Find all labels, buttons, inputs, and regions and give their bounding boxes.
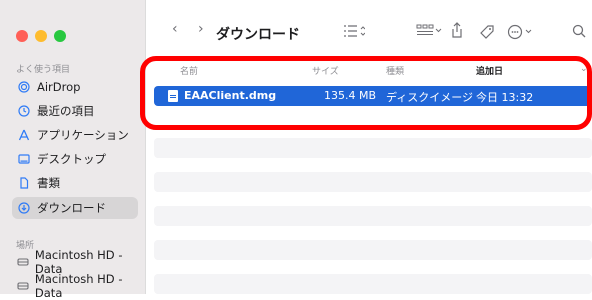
sidebar-item-label: 最近の項目 (37, 104, 95, 118)
sidebar-item-label: 書類 (37, 176, 60, 190)
sidebar-item-label: ダウンロード (37, 201, 106, 215)
file-name: EAAClient.dmg (184, 89, 277, 102)
file-date-added: 今日 13:32 (476, 91, 534, 104)
sidebar-item-applications[interactable]: アプリケーション (12, 124, 138, 146)
window-title: ダウンロード (216, 27, 300, 43)
sort-chevron-icon[interactable]: ⌄ (580, 64, 588, 74)
dmg-file-icon (168, 90, 178, 102)
sidebar-item-airdrop[interactable]: AirDrop (12, 76, 138, 98)
document-icon (16, 177, 32, 189)
sidebar-item-label: アプリケーション (37, 128, 129, 142)
empty-row (154, 274, 592, 294)
finder-window: よく使う項目 AirDrop 最近の項目 アプリケーション デスクトップ 書類 … (0, 0, 592, 300)
empty-row (154, 206, 592, 226)
table-row[interactable]: EAAClient.dmg 135.4 MB ディスクイメージ 今日 13:32 (154, 86, 592, 106)
sidebar-item-label: デスクトップ (37, 152, 106, 166)
empty-row (154, 138, 592, 158)
applications-icon (16, 129, 32, 141)
toolbar: ‹ › (146, 0, 592, 58)
file-size: 135.4 MB (324, 89, 377, 102)
empty-row (154, 172, 592, 192)
favorites-section-title: よく使う項目 (16, 65, 71, 75)
tag-icon[interactable] (479, 24, 495, 44)
column-header-name[interactable]: 名前 (180, 64, 198, 77)
file-kind: ディスクイメージ (386, 91, 474, 104)
forward-chevron-icon[interactable]: › (198, 21, 204, 37)
share-icon[interactable] (451, 22, 463, 42)
sidebar: よく使う項目 AirDrop 最近の項目 アプリケーション デスクトップ 書類 … (0, 0, 146, 300)
airdrop-icon (16, 81, 32, 93)
zoom-button[interactable] (54, 30, 66, 42)
sidebar-item-desktop[interactable]: デスクトップ (12, 148, 138, 170)
close-button[interactable] (16, 30, 28, 42)
more-actions-icon[interactable] (507, 24, 535, 44)
disk-icon (16, 257, 30, 267)
sidebar-item-label: Macintosh HD - Data (34, 272, 123, 300)
locations-section-title: 場所 (16, 241, 35, 251)
download-icon (16, 202, 32, 214)
list-view-icon[interactable] (343, 24, 366, 41)
back-chevron-icon[interactable]: ‹ (172, 21, 178, 37)
sidebar-item-macintosh-hd-data[interactable]: Macintosh HD - Data (12, 248, 138, 276)
minimize-button[interactable] (35, 30, 47, 42)
window-controls (16, 30, 66, 42)
empty-row (154, 240, 592, 260)
search-icon[interactable] (572, 24, 586, 42)
sidebar-item-recents[interactable]: 最近の項目 (12, 100, 138, 122)
sidebar-item-downloads[interactable]: ダウンロード (12, 197, 138, 219)
clock-icon (16, 105, 32, 117)
desktop-icon (16, 153, 32, 165)
sidebar-item-label: AirDrop (37, 80, 81, 94)
disk-icon (16, 281, 30, 291)
file-list: 名前 サイズ 種類 追加日 ⌄ EAAClient.dmg 135.4 MB デ… (146, 58, 592, 294)
sidebar-item-documents[interactable]: 書類 (12, 172, 138, 194)
column-header-size[interactable]: サイズ (312, 64, 339, 77)
group-icon[interactable] (416, 24, 442, 42)
column-header-date-added[interactable]: 追加日 (476, 64, 503, 77)
column-header-kind[interactable]: 種類 (386, 64, 404, 77)
